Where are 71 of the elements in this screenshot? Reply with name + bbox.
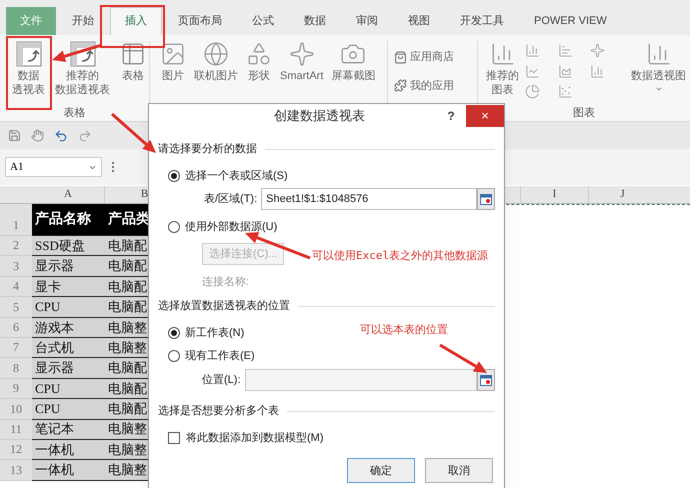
ribbon-button-label[interactable]: 应用商店: [410, 49, 454, 66]
table-cell: CPU: [32, 399, 105, 420]
ribbon-button-label: 联机图片: [194, 69, 238, 83]
radio-label: 选择一个表或区域(S): [185, 168, 288, 184]
table-cell: CPU: [32, 297, 105, 318]
ribbon-button-label: 屏幕截图: [331, 69, 376, 83]
row-number[interactable]: 1: [0, 204, 32, 236]
column-header[interactable]: A: [32, 186, 105, 203]
ribbon-button-label: 图片: [162, 69, 184, 83]
ribbon-button-label: SmartArt: [280, 69, 324, 83]
group-label: 表格: [64, 106, 86, 120]
row-number[interactable]: 7: [0, 338, 32, 358]
group-label: 图表: [573, 106, 595, 120]
column-header[interactable]: J: [588, 186, 656, 203]
row-number[interactable]: 2: [0, 236, 32, 256]
ribbon-button-label[interactable]: 我的应用: [410, 78, 454, 94]
table-cell: 产品名称: [32, 204, 105, 236]
table-cell: 显卡: [32, 276, 105, 298]
row-number[interactable]: 13: [0, 460, 32, 481]
dialog-title: 创建数据透视表: [273, 106, 366, 125]
checkbox-label: 将此数据添加到数据模型(M): [186, 431, 324, 446]
row-number[interactable]: 10: [0, 399, 32, 420]
table-cell: 一体机: [32, 440, 105, 460]
ribbon-tab[interactable]: 视图: [394, 7, 444, 35]
table-cell: 游戏本: [32, 318, 105, 338]
table-cell: 笔记本: [32, 420, 105, 440]
ribbon-tab[interactable]: 审阅: [342, 7, 392, 35]
column-header[interactable]: I: [520, 186, 588, 203]
dialog-button[interactable]: 确定: [347, 458, 415, 484]
table-cell: 显示器: [32, 358, 105, 379]
cell-reference: A1: [10, 160, 24, 175]
connection-name-label: 连接名称:: [202, 274, 250, 290]
annotation-text: 可以使用Excel表之外的其他数据源: [312, 248, 488, 264]
row-number[interactable]: 9: [0, 378, 32, 400]
ribbon-tab[interactable]: 插入: [110, 7, 162, 35]
field-label: 位置(L):: [201, 373, 242, 388]
ribbon-button-label: 数据 透视表: [12, 69, 45, 97]
radio-label: 现有工作表(E): [185, 349, 255, 364]
ribbon-button-label: 表格: [122, 69, 144, 83]
dialog-button[interactable]: 取消: [425, 458, 493, 484]
table-cell: CPU: [32, 378, 105, 400]
ribbon-tab[interactable]: 公式: [238, 7, 288, 35]
ribbon-tab[interactable]: 数据: [290, 7, 340, 35]
ribbon-button-label: 数据透视图: [631, 69, 686, 83]
table-cell: SSD硬盘: [32, 236, 105, 256]
table-cell: 台式机: [32, 338, 105, 358]
row-number[interactable]: 4: [0, 276, 32, 298]
ribbon-tab[interactable]: 页面布局: [164, 7, 236, 35]
row-number[interactable]: 11: [0, 420, 32, 440]
row-number[interactable]: 5: [0, 297, 32, 318]
ribbon-button-label: 推荐的 图表: [486, 69, 519, 97]
help-button[interactable]: ?: [440, 106, 462, 124]
ribbon-tab[interactable]: 开始: [58, 7, 108, 35]
row-number[interactable]: 12: [0, 440, 32, 460]
ribbon-tab[interactable]: 开发工具: [446, 7, 518, 35]
row-number[interactable]: 3: [0, 256, 32, 277]
ribbon-tab[interactable]: POWER VIEW: [520, 7, 621, 35]
field-label: 表/区域(T):: [202, 192, 258, 207]
annotation-text: 可以选本表的位置: [360, 323, 448, 338]
radio-label: 新工作表(N): [185, 326, 244, 341]
row-number[interactable]: 8: [0, 358, 32, 379]
table-cell: 一体机: [32, 460, 105, 481]
table-cell: 显示器: [32, 256, 105, 277]
name-box[interactable]: A1: [5, 157, 102, 177]
ribbon-button-label: 形状: [248, 69, 270, 83]
section-heading: 请选择要分析的数据: [158, 142, 257, 157]
range-input[interactable]: Sheet1!$1:$1048576: [261, 188, 478, 210]
radio-label: 使用外部数据源(U): [185, 220, 278, 235]
row-number[interactable]: 6: [0, 318, 32, 338]
ribbon-button-label: 推荐的 数据透视表: [55, 69, 110, 97]
close-button[interactable]: ×: [466, 104, 504, 126]
